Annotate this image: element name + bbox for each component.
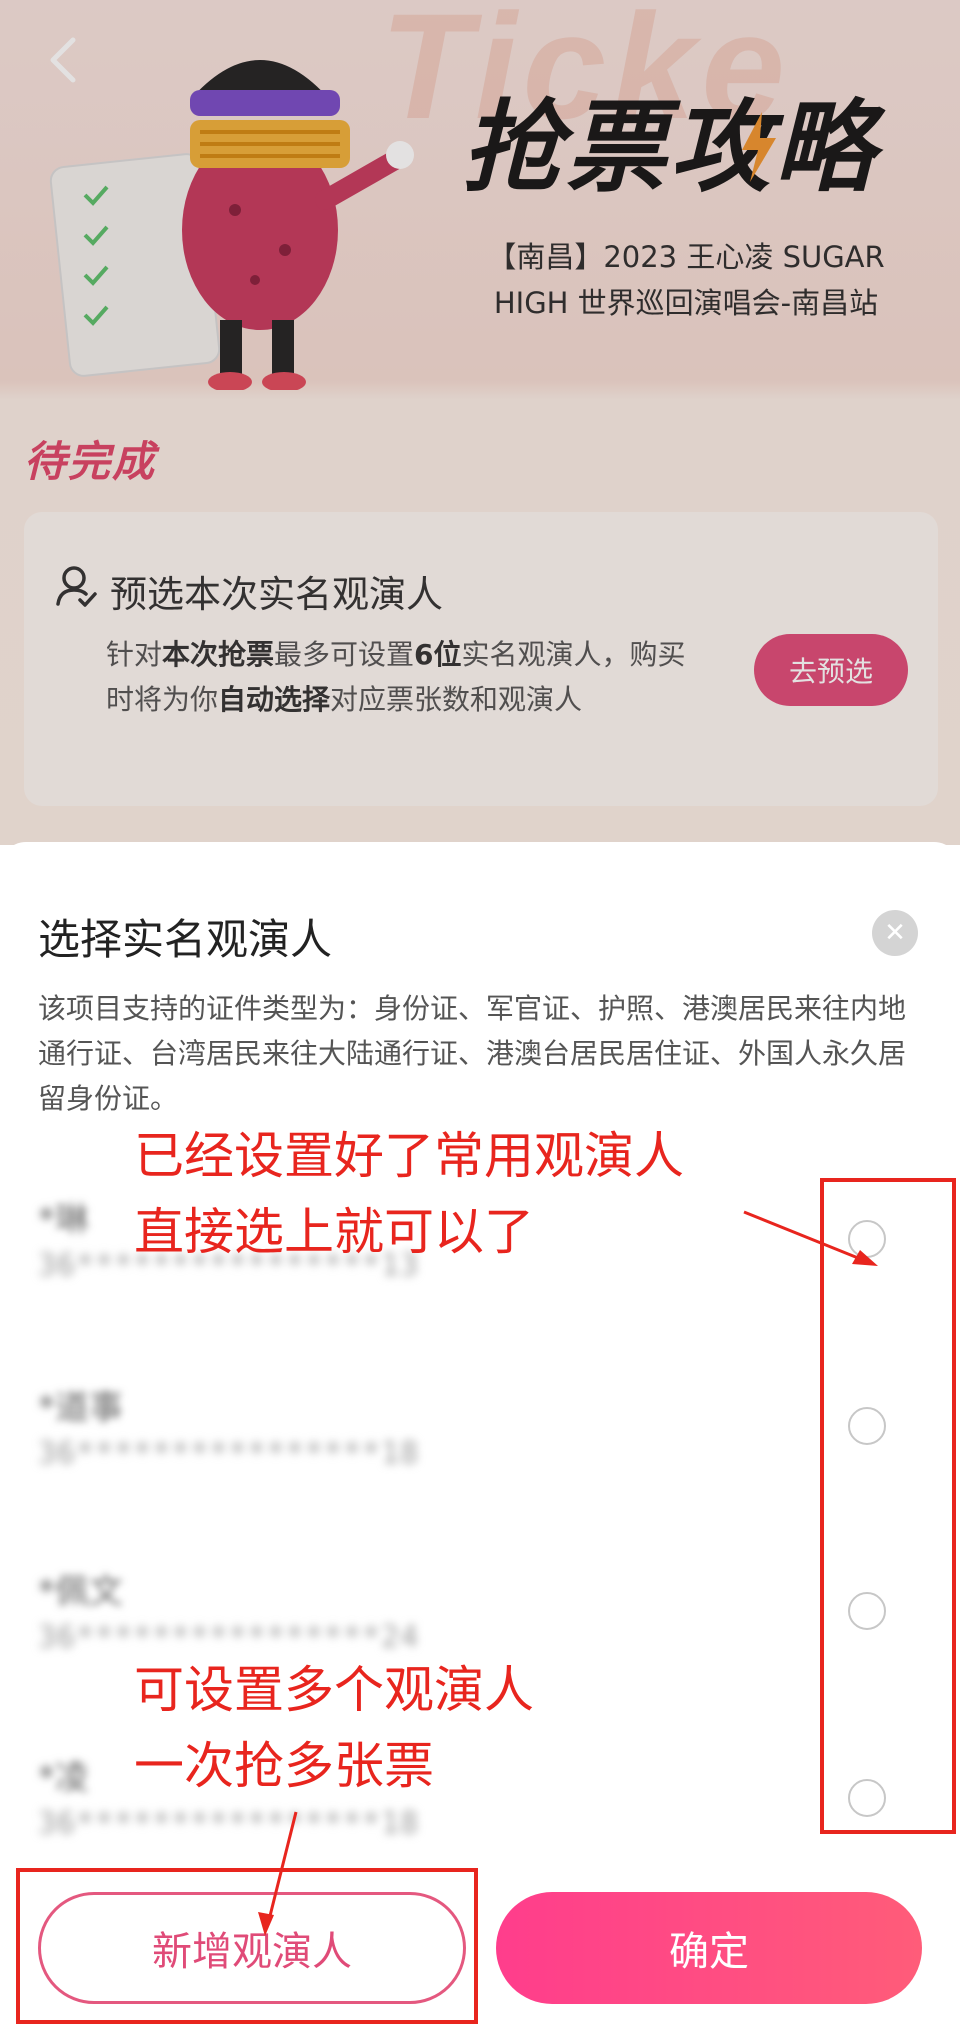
viewer-name: *琳 — [38, 1200, 89, 1240]
annotation-box-add-button — [16, 1868, 478, 2024]
viewer-select-sheet: 选择实名观演人 ✕ 该项目支持的证件类型为：身份证、军官证、护照、港澳居民来往内… — [0, 842, 960, 2027]
page: Ticke 抢票攻略 【南昌】2023 王心凌 SUGAR HIGH 世界巡回演… — [0, 0, 960, 2027]
confirm-button[interactable]: 确定 — [496, 1892, 922, 2004]
viewer-id-number: 36****************24 — [38, 1620, 420, 1655]
id-type-notice: 该项目支持的证件类型为：身份证、军官证、护照、港澳居民来往内地通行证、台湾居民来… — [38, 992, 907, 1115]
annotation-note-top: 已经设置好了常用观演人 直接选上就可以了 — [134, 1127, 684, 1261]
sheet-title: 选择实名观演人 — [38, 915, 333, 964]
close-icon: ✕ — [884, 918, 906, 948]
viewer-name: *佩文 — [38, 1572, 123, 1612]
viewer-name: *道事 — [38, 1388, 123, 1428]
annotation-note-bottom: 可设置多个观演人 一次抢多张票 — [134, 1661, 534, 1795]
viewer-id-number: 36****************18 — [38, 1806, 420, 1841]
viewer-name: *凌 — [38, 1758, 89, 1798]
annotation-box-radios — [820, 1178, 956, 1834]
viewer-id-number: 36****************18 — [38, 1436, 420, 1471]
close-button[interactable]: ✕ — [872, 910, 918, 956]
overlay-mask[interactable] — [0, 0, 960, 845]
viewer-item[interactable]: *道事 36****************18 — [38, 1380, 898, 1510]
